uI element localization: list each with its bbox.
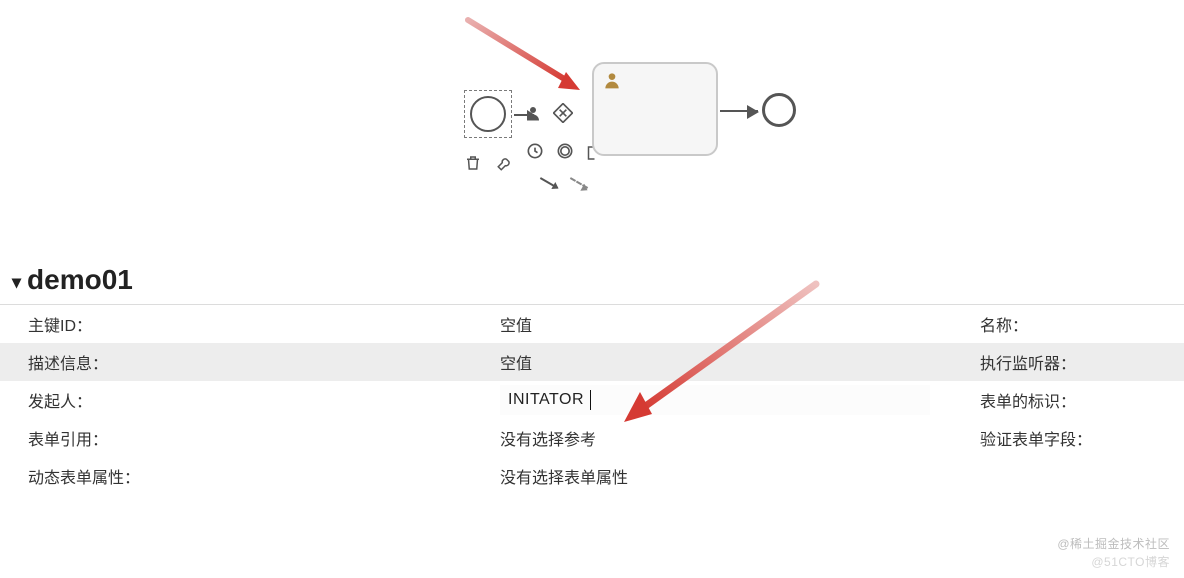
property-row: 动态表单属性： 没有选择表单属性 xyxy=(0,457,1184,495)
watermark-1: @稀土掘金技术社区 xyxy=(1057,535,1170,552)
property-label-right: 验证表单字段： xyxy=(970,426,1184,450)
chevron-down-icon: ▾ xyxy=(12,272,21,293)
palette-gateway-icon[interactable] xyxy=(552,102,574,124)
property-row: 表单引用： 没有选择参考 验证表单字段： xyxy=(0,419,1184,457)
text-caret xyxy=(590,390,591,410)
palette-intermediate-event-icon[interactable] xyxy=(554,140,576,162)
property-label: 描述信息： xyxy=(0,350,500,374)
property-label: 发起人： xyxy=(0,388,500,412)
user-task-node[interactable] xyxy=(592,62,718,156)
palette-user-task-icon[interactable] xyxy=(522,102,544,124)
property-row: 主键ID： 空值 名称： xyxy=(0,305,1184,343)
watermark-2: @51CTO博客 xyxy=(1091,553,1170,570)
property-value[interactable]: 没有选择表单属性 xyxy=(500,464,970,488)
property-row: 发起人： 表单的标识： xyxy=(0,381,1184,419)
property-label: 动态表单属性： xyxy=(0,464,500,488)
sequence-flow-2[interactable] xyxy=(720,110,758,112)
start-event-circle xyxy=(470,96,506,132)
property-label: 表单引用： xyxy=(0,426,500,450)
property-label-right: 名称： xyxy=(970,312,1184,336)
palette-association-icon[interactable] xyxy=(564,168,594,198)
property-label-right: 表单的标识： xyxy=(970,388,1184,412)
properties-panel: ▾ demo01 主键ID： 空值 名称： 描述信息： 空值 执行监听器： 发起… xyxy=(0,258,1184,495)
initiator-input[interactable] xyxy=(500,385,930,415)
section-title: demo01 xyxy=(27,264,133,296)
property-value[interactable]: 空值 xyxy=(500,312,970,336)
property-value[interactable]: 没有选择参考 xyxy=(500,426,970,450)
initiator-cell xyxy=(500,385,970,415)
palette-sequence-flow-icon[interactable] xyxy=(534,168,564,198)
bpmn-canvas[interactable] xyxy=(0,0,1184,258)
property-form: 主键ID： 空值 名称： 描述信息： 空值 执行监听器： 发起人： 表单的标识：… xyxy=(0,305,1184,495)
property-label: 主键ID： xyxy=(0,312,500,336)
palette-timer-event-icon[interactable] xyxy=(524,140,546,162)
property-row: 描述信息： 空值 执行监听器： xyxy=(0,343,1184,381)
property-label-right: 执行监听器： xyxy=(970,350,1184,374)
property-value[interactable]: 空值 xyxy=(500,350,970,374)
section-header[interactable]: ▾ demo01 xyxy=(0,258,1184,305)
user-task-marker-icon xyxy=(602,70,622,90)
end-event[interactable] xyxy=(762,93,796,127)
palette-delete-icon[interactable] xyxy=(462,152,484,174)
palette-wrench-icon[interactable] xyxy=(494,152,516,174)
start-event-selected[interactable] xyxy=(464,90,512,138)
bpmn-diagram xyxy=(382,30,802,200)
